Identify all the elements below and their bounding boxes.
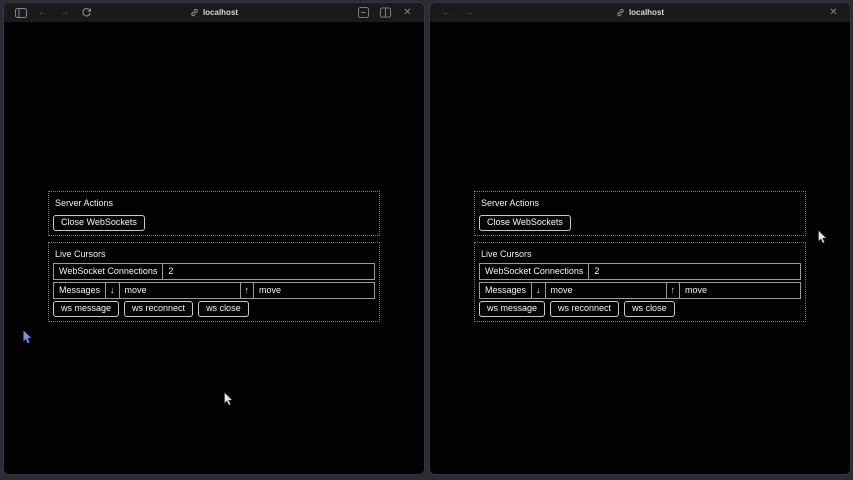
live-cursors-title: Live Cursors	[481, 249, 801, 259]
messages-up-value: move	[680, 283, 800, 298]
link-icon	[616, 8, 625, 17]
ws-button-row: ws message ws reconnect ws close	[479, 301, 801, 317]
titlebar-left-controls: ← →	[14, 6, 93, 19]
close-icon[interactable]: ✕	[827, 6, 840, 19]
address-title: localhost	[430, 3, 850, 22]
ws-reconnect-button[interactable]: ws reconnect	[550, 301, 619, 317]
live-cursors-panel: Live Cursors WebSocket Connections 2 Mes…	[48, 242, 380, 322]
titlebar-right-controls: ✕	[357, 6, 414, 19]
close-icon[interactable]: ✕	[401, 6, 414, 19]
page-content: Server Actions Close WebSockets Live Cur…	[430, 22, 850, 474]
sidebar-toggle-icon[interactable]	[14, 6, 27, 19]
connections-label: WebSocket Connections	[480, 264, 589, 279]
connections-value: 2	[589, 264, 800, 279]
connections-row: WebSocket Connections 2	[53, 263, 375, 280]
back-icon[interactable]: ←	[440, 6, 453, 19]
back-icon[interactable]: ←	[36, 6, 49, 19]
server-actions-panel: Server Actions Close WebSockets	[48, 191, 380, 236]
reader-icon[interactable]	[357, 6, 370, 19]
ws-message-button[interactable]: ws message	[479, 301, 545, 317]
titlebar[interactable]: ← → localhost ✕	[4, 3, 424, 22]
messages-row: Messages ↓ move ↑ move	[53, 282, 375, 299]
arrow-down-icon: ↓	[532, 283, 546, 298]
messages-down-value: move	[546, 283, 667, 298]
live-cursors-title: Live Cursors	[55, 249, 375, 259]
arrow-down-icon: ↓	[106, 283, 120, 298]
messages-label: Messages	[54, 283, 106, 298]
link-icon	[190, 8, 199, 17]
page-title: localhost	[629, 8, 664, 17]
titlebar-left-controls: ← →	[440, 6, 475, 19]
forward-icon[interactable]: →	[462, 6, 475, 19]
forward-icon[interactable]: →	[58, 6, 71, 19]
ws-close-button[interactable]: ws close	[198, 301, 249, 317]
connections-label: WebSocket Connections	[54, 264, 163, 279]
titlebar[interactable]: ← → localhost ✕	[430, 3, 850, 22]
browser-window-right: ← → localhost ✕ Server Actions Close Web…	[429, 2, 851, 475]
ws-reconnect-button[interactable]: ws reconnect	[124, 301, 193, 317]
arrow-up-icon: ↑	[667, 283, 681, 298]
messages-up-value: move	[254, 283, 374, 298]
ws-close-button[interactable]: ws close	[624, 301, 675, 317]
refresh-icon[interactable]	[80, 6, 93, 19]
ws-button-row: ws message ws reconnect ws close	[53, 301, 375, 317]
close-websockets-button[interactable]: Close WebSockets	[479, 215, 571, 231]
server-actions-title: Server Actions	[55, 198, 375, 208]
messages-row: Messages ↓ move ↑ move	[479, 282, 801, 299]
split-view-icon[interactable]	[379, 6, 392, 19]
page-title: localhost	[203, 8, 238, 17]
connections-value: 2	[163, 264, 374, 279]
server-actions-title: Server Actions	[481, 198, 801, 208]
arrow-up-icon: ↑	[241, 283, 255, 298]
titlebar-right-controls: ✕	[827, 6, 840, 19]
close-websockets-button[interactable]: Close WebSockets	[53, 215, 145, 231]
messages-down-value: move	[120, 283, 241, 298]
desktop: ← → localhost ✕	[0, 0, 853, 480]
server-actions-panel: Server Actions Close WebSockets	[474, 191, 806, 236]
ws-message-button[interactable]: ws message	[53, 301, 119, 317]
live-cursors-panel: Live Cursors WebSocket Connections 2 Mes…	[474, 242, 806, 322]
page-content: Server Actions Close WebSockets Live Cur…	[4, 22, 424, 474]
connections-row: WebSocket Connections 2	[479, 263, 801, 280]
messages-label: Messages	[480, 283, 532, 298]
browser-window-left: ← → localhost ✕	[3, 2, 425, 475]
